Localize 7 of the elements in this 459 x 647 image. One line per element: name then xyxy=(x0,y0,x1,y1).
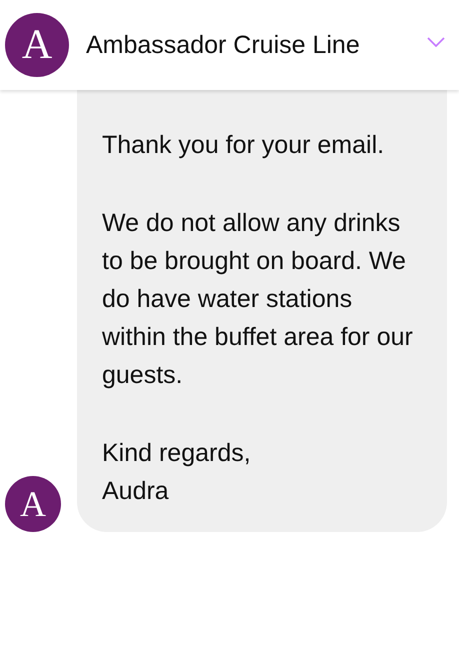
message-text: Thank you for your email. xyxy=(102,130,386,161)
message-text: Kind regards, Audra xyxy=(102,438,252,507)
chevron-icon[interactable] xyxy=(427,37,445,47)
chat-title: Ambassador Cruise Line xyxy=(86,30,361,60)
message-text: We do not allow any drinks to be brought on board. We do have water stations within the buffet area for our guests. xyxy=(102,208,414,391)
brand-logo: A xyxy=(5,13,69,77)
sender-avatar: A xyxy=(5,476,61,532)
